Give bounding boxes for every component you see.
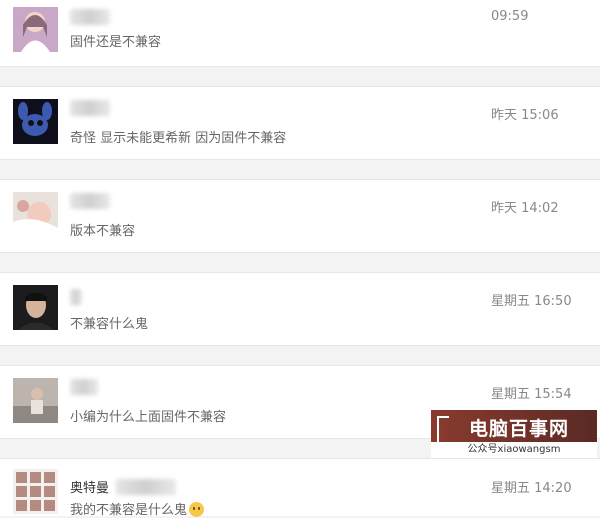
message-preview: 不兼容什么鬼 bbox=[70, 317, 149, 332]
contact-name-redacted bbox=[116, 479, 176, 495]
message-time: 昨天 14:02 bbox=[491, 201, 559, 216]
message-time: 昨天 15:06 bbox=[491, 108, 559, 123]
conversation-item[interactable]: 不兼容什么鬼 星期五 16:50 bbox=[0, 272, 600, 346]
avatar[interactable] bbox=[13, 469, 58, 514]
conversation-item[interactable]: 版本不兼容 昨天 14:02 bbox=[0, 179, 600, 253]
conversation-item[interactable]: 奥特曼 我的不兼容是什么鬼 星期五 14:20 bbox=[0, 458, 600, 518]
contact-name: 奥特曼 bbox=[70, 481, 110, 496]
avatar[interactable] bbox=[13, 378, 58, 423]
contact-name-redacted bbox=[70, 289, 82, 305]
message-preview: 奇怪 显示未能更希新 因为固件不兼容 bbox=[70, 131, 287, 146]
message-preview: 我的不兼容是什么鬼 bbox=[70, 499, 205, 518]
conversation-item[interactable]: 固件还是不兼容 09:59 bbox=[0, 0, 600, 67]
avatar[interactable] bbox=[13, 99, 58, 144]
watermark-title: 电脑百事网 bbox=[469, 418, 570, 440]
message-preview: 小编为什么上面固件不兼容 bbox=[70, 410, 227, 425]
avatar[interactable] bbox=[13, 192, 58, 237]
avatar[interactable] bbox=[13, 7, 58, 52]
contact-name-redacted bbox=[70, 100, 110, 116]
message-time: 星期五 14:20 bbox=[491, 481, 572, 496]
avatar[interactable] bbox=[13, 285, 58, 330]
watermark-subtitle: 公众号xiaowangsm bbox=[431, 442, 597, 458]
logo-mark-icon bbox=[437, 416, 449, 444]
message-preview: 固件还是不兼容 bbox=[70, 35, 162, 50]
watermark-logo: 电脑百事网 公众号xiaowangsm bbox=[431, 410, 597, 458]
contact-name-redacted bbox=[70, 379, 98, 395]
message-time: 星期五 16:50 bbox=[491, 294, 572, 309]
conversation-item[interactable]: 奇怪 显示未能更希新 因为固件不兼容 昨天 15:06 bbox=[0, 86, 600, 160]
contact-name-redacted bbox=[70, 193, 110, 209]
message-time: 09:59 bbox=[491, 9, 529, 24]
message-preview: 版本不兼容 bbox=[70, 224, 136, 239]
message-time: 星期五 15:54 bbox=[491, 387, 572, 402]
contact-name-redacted bbox=[70, 9, 110, 25]
